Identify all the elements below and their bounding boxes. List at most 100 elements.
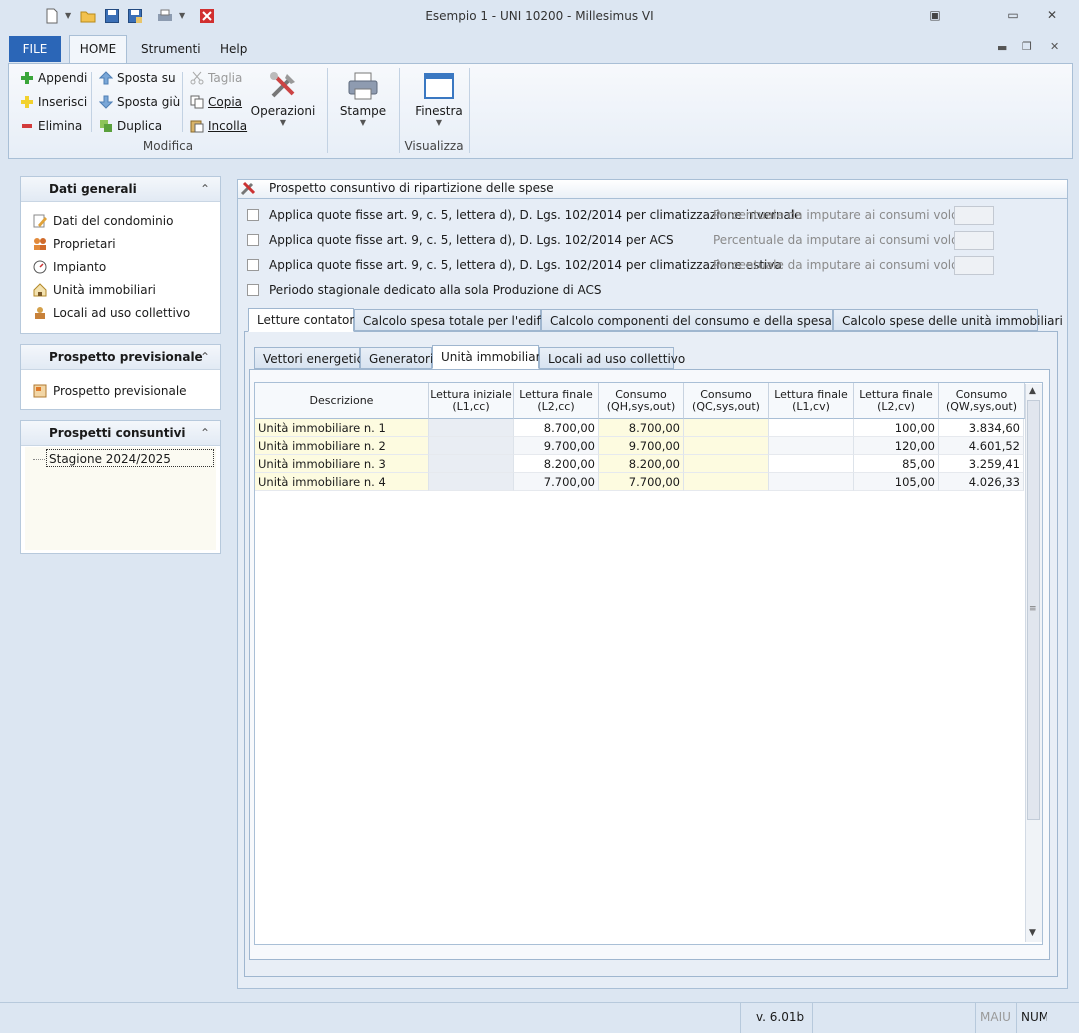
table-cell[interactable]: 4.026,33 <box>939 473 1024 491</box>
table-cell[interactable]: 7.700,00 <box>599 473 684 491</box>
taglia-button[interactable]: Taglia <box>190 68 242 88</box>
finestra-button[interactable]: Finestra ▼ <box>405 70 473 127</box>
subtab-vettori-energetici[interactable]: Vettori energetici <box>254 347 367 369</box>
tab-strumenti[interactable]: Strumenti <box>141 36 201 62</box>
inserisci-button[interactable]: Inserisci <box>20 92 87 112</box>
tab-calcolo-spese-unita[interactable]: Calcolo spese delle unità immobiliari <box>833 309 1063 331</box>
table-cell[interactable]: 9.700,00 <box>514 437 599 455</box>
copia-button[interactable]: Copia <box>190 92 242 112</box>
table-cell[interactable]: 9.700,00 <box>599 437 684 455</box>
row-description-cell[interactable]: Unità immobiliare n. 1 <box>255 419 429 437</box>
operazioni-button[interactable]: Operazioni ▼ <box>249 70 317 127</box>
chevron-up-icon[interactable]: ⌃ <box>200 421 210 445</box>
table-cell[interactable]: 8.200,00 <box>599 455 684 473</box>
row-description-cell[interactable]: Unità immobiliare n. 2 <box>255 437 429 455</box>
scroll-up-icon[interactable]: ▲ <box>1029 386 1036 396</box>
tab-letture-contatori[interactable]: Letture contatori <box>248 308 358 332</box>
checkbox[interactable] <box>247 209 259 221</box>
checkbox[interactable] <box>247 259 259 271</box>
sposta-giu-button[interactable]: Sposta giù <box>98 92 180 112</box>
sidebar-item-dati-condominio[interactable]: Dati del condominio <box>21 209 220 232</box>
mdi-restore-icon[interactable]: ❐ <box>1022 40 1032 53</box>
table-cell[interactable]: 85,00 <box>854 455 939 473</box>
table-cell[interactable] <box>429 437 514 455</box>
incolla-button[interactable]: Incolla <box>190 116 247 136</box>
column-header[interactable]: Consumo (QH,sys,out) <box>599 383 684 419</box>
vertical-scrollbar[interactable]: ▲ ≡ ▼ <box>1025 384 1042 942</box>
panel-header-consuntivi[interactable]: Prospetti consuntivi ⌃ <box>21 421 220 446</box>
checkbox[interactable] <box>247 284 259 296</box>
table-cell[interactable]: 100,00 <box>854 419 939 437</box>
table-cell[interactable]: 4.601,52 <box>939 437 1024 455</box>
column-header[interactable]: Lettura iniziale (L1,cc) <box>429 383 514 419</box>
table-cell[interactable] <box>429 473 514 491</box>
mdi-close-icon[interactable]: ✕ <box>1050 40 1059 53</box>
restore-icon[interactable]: ▣ <box>926 8 944 24</box>
table-cell[interactable] <box>429 419 514 437</box>
minus-icon <box>20 119 34 133</box>
appendi-button[interactable]: Appendi <box>20 68 87 88</box>
stampe-button[interactable]: Stampe ▼ <box>333 70 393 127</box>
table-cell[interactable] <box>684 473 769 491</box>
mdi-minimize-icon[interactable]: ▬ <box>997 41 1007 54</box>
row-description-cell[interactable]: Unità immobiliare n. 3 <box>255 455 429 473</box>
sidebar-item-prospetto-previsionale[interactable]: Prospetto previsionale <box>21 379 220 402</box>
paste-icon <box>190 119 204 133</box>
option-acs[interactable]: Applica quote fisse art. 9, c. 5, letter… <box>247 230 674 250</box>
column-header[interactable]: Lettura finale (L1,cv) <box>769 383 854 419</box>
subtab-locali-collettivo[interactable]: Locali ad uso collettivo <box>539 347 685 369</box>
chevron-up-icon[interactable]: ⌃ <box>200 345 210 369</box>
row-description-cell[interactable]: Unità immobiliare n. 4 <box>255 473 429 491</box>
subtab-unita-immobiliari[interactable]: Unità immobiliari <box>432 345 544 369</box>
tab-help[interactable]: Help <box>220 36 247 62</box>
sidebar-item-proprietari[interactable]: Proprietari <box>21 232 220 255</box>
subtab-generatori[interactable]: Generatori <box>360 347 433 369</box>
sidebar-item-impianto[interactable]: Impianto <box>21 255 220 278</box>
minimize-window-icon[interactable]: ▭ <box>1004 8 1022 24</box>
table-cell[interactable] <box>429 455 514 473</box>
sposta-su-button[interactable]: Sposta su <box>98 68 176 88</box>
table-cell[interactable]: 8.200,00 <box>514 455 599 473</box>
duplica-button[interactable]: Duplica <box>99 116 162 136</box>
sidebar-item-unita-immobiliari[interactable]: Unità immobiliari <box>21 278 220 301</box>
column-header[interactable]: Consumo (QC,sys,out) <box>684 383 769 419</box>
elimina-button[interactable]: Elimina <box>20 116 82 136</box>
tree-item-stagione[interactable]: Stagione 2024/2025 <box>46 449 214 467</box>
table-cell[interactable]: 8.700,00 <box>599 419 684 437</box>
scroll-down-icon[interactable]: ▼ <box>1029 928 1036 938</box>
version-label: v. 6.01b <box>756 1010 805 1024</box>
table-cell[interactable]: 3.259,41 <box>939 455 1024 473</box>
column-header[interactable]: Lettura finale (L2,cv) <box>854 383 939 419</box>
percentuale-input[interactable] <box>954 206 994 225</box>
table-cell[interactable] <box>684 419 769 437</box>
percentuale-input[interactable] <box>954 231 994 250</box>
close-window-icon[interactable]: ✕ <box>1043 8 1061 24</box>
table-cell[interactable]: 7.700,00 <box>514 473 599 491</box>
column-header[interactable]: Consumo (QW,sys,out) <box>939 383 1025 419</box>
table-cell[interactable]: 3.834,60 <box>939 419 1024 437</box>
table-cell[interactable] <box>684 455 769 473</box>
tab-calcolo-componenti[interactable]: Calcolo componenti del consumo e della s… <box>541 309 870 331</box>
sidebar-item-locali-collettivo[interactable]: Locali ad uso collettivo <box>21 301 220 324</box>
table-cell[interactable]: 8.700,00 <box>514 419 599 437</box>
checkbox[interactable] <box>247 234 259 246</box>
panel-header-dati-generali[interactable]: Dati generali ⌃ <box>21 177 220 202</box>
file-menu[interactable]: FILE <box>9 36 61 62</box>
table-cell[interactable] <box>769 455 854 473</box>
percentuale-input[interactable] <box>954 256 994 275</box>
column-header[interactable]: Descrizione <box>255 383 429 419</box>
tab-home[interactable]: HOME <box>69 35 127 64</box>
tab-calcolo-spesa-totale[interactable]: Calcolo spesa totale per l'edificio <box>354 309 561 331</box>
panel-header-previsionale[interactable]: Prospetto previsionale ⌃ <box>21 345 220 370</box>
table-cell[interactable] <box>684 437 769 455</box>
column-header[interactable]: Lettura finale (L2,cc) <box>514 383 599 419</box>
table-cell[interactable]: 105,00 <box>854 473 939 491</box>
data-grid[interactable]: Descrizione Lettura iniziale (L1,cc) Lett… <box>254 382 1043 945</box>
option-periodo-acs[interactable]: Periodo stagionale dedicato alla sola Pr… <box>247 280 602 300</box>
chevron-up-icon[interactable]: ⌃ <box>200 177 210 201</box>
table-cell[interactable] <box>769 419 854 437</box>
table-cell[interactable]: 120,00 <box>854 437 939 455</box>
table-cell[interactable] <box>769 437 854 455</box>
option-climatizzazione-estiva[interactable]: Applica quote fisse art. 9, c. 5, letter… <box>247 255 782 275</box>
table-cell[interactable] <box>769 473 854 491</box>
